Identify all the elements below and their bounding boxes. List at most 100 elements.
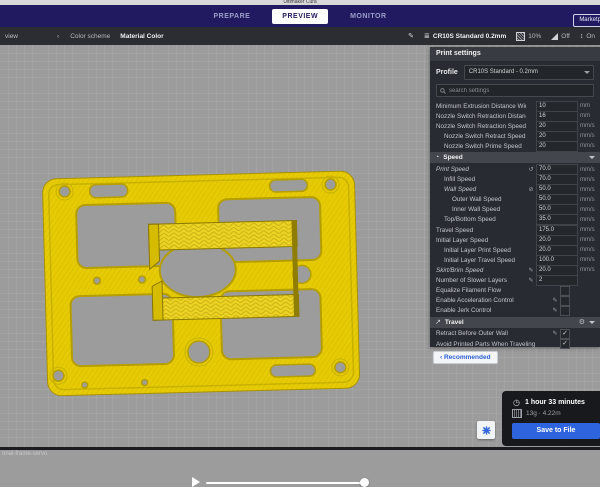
setting-label: Initial Layer Print Speed bbox=[436, 247, 526, 254]
setting-label: Equalize Filament Flow bbox=[436, 287, 550, 294]
setting-label: Nozzle Switch Retraction Distance bbox=[436, 113, 526, 120]
pencil-icon[interactable]: ✎ bbox=[408, 32, 414, 40]
setting-row[interactable]: Nozzle Switch Retract Speed20mm/s bbox=[430, 131, 600, 141]
collapse-chevron-icon[interactable]: ‹ bbox=[57, 33, 59, 40]
info-icon: ⊘ bbox=[526, 186, 536, 193]
setting-label: Enable Acceleration Control bbox=[436, 297, 550, 304]
setting-row[interactable]: Equalize Filament Flow bbox=[430, 286, 600, 296]
setting-checkbox[interactable] bbox=[560, 286, 570, 296]
recommended-button[interactable]: ‹ Recommended bbox=[433, 351, 498, 364]
setting-row[interactable]: Nozzle Switch Prime Speed 20mm/s bbox=[430, 141, 600, 151]
pencil-icon: ✎ bbox=[550, 330, 560, 337]
setting-label: Retract Before Outer Wall bbox=[436, 330, 550, 337]
layers-icon: ≣ bbox=[424, 32, 430, 40]
settings-section-speed[interactable]: ◔Speed bbox=[430, 152, 600, 163]
tab-prepare[interactable]: PREPARE bbox=[203, 9, 260, 24]
setting-checkbox[interactable]: ✓ bbox=[560, 329, 570, 339]
chevron-down-icon[interactable] bbox=[589, 156, 595, 162]
setting-row[interactable]: Nozzle Switch Retraction Distance16mm bbox=[430, 111, 600, 121]
infill-setting-button[interactable]: 10% bbox=[516, 32, 541, 41]
printer-profile-button[interactable]: ≣ CR10S Standard 0.2mm bbox=[424, 32, 506, 40]
setting-unit: mm/s bbox=[578, 187, 600, 193]
setting-value-input[interactable]: 20 bbox=[536, 141, 578, 152]
adhesion-setting-button[interactable]: ↕ On bbox=[580, 33, 595, 40]
search-settings-box[interactable] bbox=[436, 84, 594, 97]
model-preview[interactable] bbox=[30, 160, 370, 400]
setting-label: Skirt/Brim Speed bbox=[436, 267, 526, 274]
tab-preview[interactable]: PREVIEW bbox=[272, 9, 328, 24]
setting-row[interactable]: Minimum Extrusion Distance Window10mm bbox=[430, 101, 600, 111]
setting-label: Nozzle Switch Retraction Speed bbox=[436, 123, 526, 130]
setting-label: Avoid Printed Parts When Traveling bbox=[436, 341, 550, 348]
setting-unit: mm/s bbox=[578, 267, 600, 273]
setting-label: Nozzle Switch Prime Speed bbox=[436, 143, 526, 150]
reset-icon: ↺ bbox=[526, 166, 536, 173]
tab-monitor[interactable]: MONITOR bbox=[340, 9, 396, 24]
settings-rows: Minimum Extrusion Distance Window10mmNoz… bbox=[430, 101, 600, 349]
support-setting-button[interactable]: Off bbox=[551, 33, 570, 40]
setting-unit: mm/s bbox=[578, 177, 600, 183]
setting-unit: mm/s bbox=[578, 217, 600, 223]
setting-row[interactable]: Outer Wall Speed50.0mm/s bbox=[430, 195, 600, 205]
setting-row[interactable]: Enable Acceleration Control✎ bbox=[430, 296, 600, 306]
setting-unit: mm/s bbox=[578, 133, 600, 139]
setting-row[interactable]: Initial Layer Print Speed20.0mm/s bbox=[430, 245, 600, 255]
print-time-estimate: 1 hour 33 minutes bbox=[525, 399, 585, 406]
setting-row[interactable]: Wall Speed⊘50.0mm/s bbox=[430, 185, 600, 195]
setting-label: Nozzle Switch Retract Speed bbox=[436, 133, 526, 140]
layer-slider-handle[interactable] bbox=[360, 478, 369, 487]
setting-row[interactable]: Nozzle Switch Retraction Speed20mm/s bbox=[430, 121, 600, 131]
save-to-file-button[interactable]: Save to File bbox=[512, 423, 600, 439]
setting-row[interactable]: Infill Speed70.0mm/s bbox=[430, 175, 600, 185]
search-settings-input[interactable] bbox=[449, 88, 590, 94]
setting-label: Minimum Extrusion Distance Window bbox=[436, 103, 526, 110]
setting-row[interactable]: Initial Layer Travel Speed100.0mm/s bbox=[430, 255, 600, 265]
setting-unit: mm/s bbox=[578, 143, 600, 149]
setting-checkbox[interactable]: ✓ bbox=[560, 339, 570, 349]
floating-badge-button[interactable] bbox=[477, 421, 495, 439]
setting-label: Initial Layer Speed bbox=[436, 237, 526, 244]
setting-checkbox[interactable] bbox=[560, 306, 570, 316]
color-scheme-select[interactable]: Material Color bbox=[120, 33, 163, 40]
material-icon bbox=[512, 409, 522, 418]
blue-asterisk-icon bbox=[482, 426, 491, 435]
setting-label: Travel Speed bbox=[436, 227, 526, 234]
setting-label: Initial Layer Travel Speed bbox=[436, 257, 526, 264]
setting-row[interactable]: Top/Bottom Speed35.0mm/s bbox=[430, 215, 600, 225]
setting-row[interactable]: Enable Jerk Control✎ bbox=[430, 306, 600, 316]
setting-label: Top/Bottom Speed bbox=[436, 216, 526, 223]
profile-label: Profile bbox=[436, 69, 458, 76]
setting-unit: mm/s bbox=[578, 167, 600, 173]
marketplace-button[interactable]: Marketplace bbox=[573, 14, 600, 27]
chevron-down-icon bbox=[584, 71, 590, 77]
play-button[interactable] bbox=[192, 477, 200, 487]
setting-row[interactable]: Retract Before Outer Wall✎✓ bbox=[430, 329, 600, 339]
setting-unit: mm bbox=[578, 103, 600, 109]
travel-icon: ↗ bbox=[435, 318, 441, 326]
view-mode-label[interactable]: view bbox=[5, 33, 18, 40]
setting-value-input[interactable]: 2 bbox=[536, 275, 578, 286]
support-icon bbox=[551, 33, 558, 40]
setting-row[interactable]: Number of Slower Layers✎2 bbox=[430, 276, 600, 286]
gear-icon[interactable]: ⚙ bbox=[579, 318, 585, 326]
print-settings-panel: Print settings Profile CR10S Standard - … bbox=[430, 47, 600, 347]
profile-select[interactable]: CR10S Standard - 0.2mm bbox=[464, 65, 594, 80]
layer-slider-track[interactable] bbox=[206, 482, 368, 484]
setting-row[interactable]: Print Speed↺70.0mm/s bbox=[430, 164, 600, 174]
chevron-down-icon[interactable] bbox=[589, 321, 595, 327]
setting-checkbox[interactable] bbox=[560, 296, 570, 306]
print-settings-header[interactable]: Print settings bbox=[430, 47, 600, 61]
setting-row[interactable]: Inner Wall Speed50.0mm/s bbox=[430, 205, 600, 215]
settings-section-travel[interactable]: ↗ Travel ⚙ bbox=[430, 317, 600, 328]
setting-row[interactable]: Travel Speed175.0mm/s bbox=[430, 225, 600, 235]
speed-icon: ◔ bbox=[435, 154, 439, 161]
setting-row[interactable]: Avoid Printed Parts When Traveling ✓ bbox=[430, 339, 600, 349]
search-icon bbox=[440, 88, 446, 94]
setting-label: Infill Speed bbox=[436, 176, 526, 183]
setting-unit: mm/s bbox=[578, 257, 600, 263]
section-label: Travel bbox=[445, 319, 575, 326]
setting-row[interactable]: Initial Layer Speed20.0mm/s bbox=[430, 235, 600, 245]
material-estimate: 13g · 4.22m bbox=[526, 410, 561, 417]
setting-row[interactable]: Skirt/Brim Speed✎20.0mm/s bbox=[430, 265, 600, 275]
setting-label: Number of Slower Layers bbox=[436, 277, 526, 284]
